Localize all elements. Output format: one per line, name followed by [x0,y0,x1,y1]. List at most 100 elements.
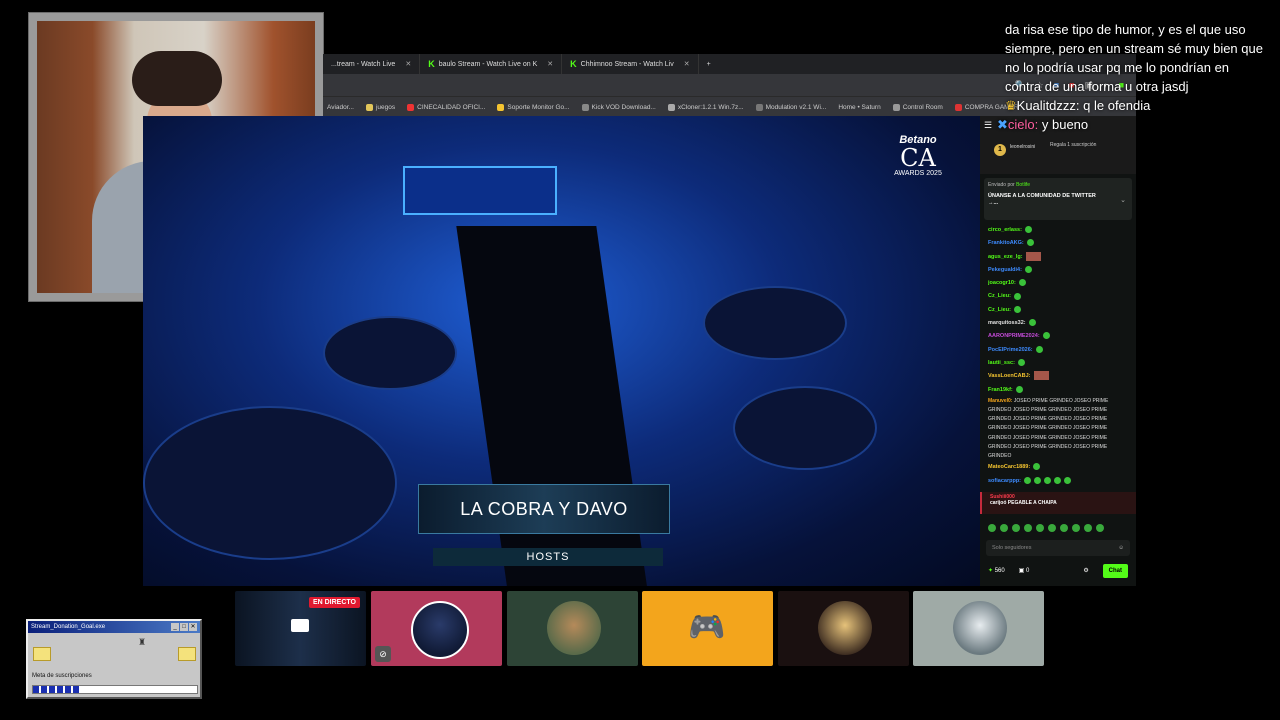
folder-icon [178,647,196,661]
overlay-chat: da risa ese tipo de humor, y es el que u… [997,20,1267,134]
emote-icon [1013,305,1021,313]
settings-gear-icon[interactable]: ⚙ [1083,567,1088,574]
chat-messages: circo_erlass: FrankitoAKG: agus_eze_lg: Pek… [980,224,1136,397]
pinned-author: Botlife [1016,182,1030,188]
betano-ca-awards-logo: Betano CA AWARDS 2025 [894,134,942,177]
chat-footer: ✦ 560 ▣ 0 ⚙ Chat [980,558,1136,584]
chat-message: PocElPrime2026: [988,344,1128,357]
emote-icon [1033,371,1049,381]
participant-card[interactable] [913,591,1044,666]
emote-icon[interactable] [988,523,996,532]
folder-icon [33,647,51,661]
chat-input[interactable]: Solo seguidores ☺ [986,539,1130,556]
video-player[interactable]: Betano CA AWARDS 2025 LA COBRA Y DAVO HO… [143,116,980,586]
bookmark-item[interactable]: Control Room [892,103,943,111]
live-stream-card[interactable]: EN DIRECTO [235,591,366,666]
site-icon [755,103,763,111]
tab-label: ...tream - Watch Live [331,60,396,68]
bookmark-item[interactable]: juegos [365,103,395,111]
streamer-hair [132,51,222,106]
close-icon[interactable]: ✕ [405,60,411,68]
tab-label: Chhimnoo Stream - Watch Liv [580,60,674,68]
chat-message: MateoCarc1889: [988,461,1128,474]
emote-icon [1044,476,1052,484]
avatar [953,601,1007,655]
emote-icon [1054,476,1062,484]
file-icon: ♜ [138,637,147,647]
emote-icon[interactable] [1048,523,1056,532]
chat-message: Fran19kf: [988,384,1128,397]
browser-tab-2[interactable]: K baulo Stream - Watch Live on K ✕ [420,54,563,74]
window-title: Stream_Donation_Goal.exe [31,624,106,630]
gift-sub-text: Regala 1 suscripción [1050,142,1097,148]
participant-card[interactable] [507,591,638,666]
avatar [547,601,601,655]
browser-tab-3[interactable]: K Chhimnoo Stream - Watch Liv ✕ [562,54,699,74]
emote-picker-icon[interactable]: ☺ [1118,545,1124,551]
browser-tab-1[interactable]: ...tream - Watch Live ✕ [323,54,421,74]
discord-icon: 🎮 [688,611,726,644]
gifter-name: leonelrosini [1010,144,1036,150]
discord-card[interactable]: 🎮 [642,591,773,666]
close-icon[interactable]: ✕ [189,623,197,631]
participant-card[interactable] [778,591,909,666]
venue-table [703,286,847,360]
emote-icon[interactable] [1000,523,1008,532]
chat-message: FrankitoAKG: [988,237,1128,250]
close-icon[interactable]: ✕ [547,60,553,68]
mic-muted-icon: ⊘ [375,646,391,662]
chat-message: joacogr10: [988,277,1128,290]
participant-card[interactable]: ⊘ [371,591,502,666]
bookmark-item[interactable]: Kick VOD Download... [581,103,656,111]
close-icon[interactable]: ✕ [684,60,690,68]
emote-icon[interactable] [1072,523,1080,532]
goal-progress-fill [33,686,79,693]
gift-counter[interactable]: ▣ 0 [1019,567,1030,574]
points-counter[interactable]: ✦ 560 [988,567,1005,574]
avatar [818,601,872,655]
bookmark-item[interactable]: Aviador... [327,104,354,111]
chat-message: AARONPRIME2024: [988,330,1128,343]
chat-message: sofiacarppp: [988,475,1128,488]
bookmark-item[interactable]: Home • Saturn [838,104,880,111]
window-titlebar: Stream_Donation_Goal.exe _ □ ✕ [28,621,200,633]
emote-icon[interactable] [1012,523,1020,532]
site-icon [954,103,962,111]
plus-icon: + [706,60,711,68]
bookmark-item[interactable]: CINECALIDAD OFICI... [407,103,485,111]
chat-message: Manuvel0: JOSEO PRIME GRINDEO JOSEO PRIM… [988,397,1109,460]
donation-goal-widget: Stream_Donation_Goal.exe _ □ ✕ ♜ Meta de… [26,619,202,699]
emote-icon [1024,476,1032,484]
emote-icon[interactable] [1024,523,1032,532]
bookmark-item[interactable]: xCloner:1.2.1 Win.7z... [667,103,744,111]
site-icon [497,103,505,111]
emote-icon [1028,319,1036,327]
bookmark-item[interactable]: Soporte Monitor Go... [497,103,570,111]
new-tab-button[interactable]: + [699,54,719,74]
emote-icon [1025,251,1041,261]
chat-message: Pekegualdi4: [988,264,1128,277]
chevron-down-icon[interactable]: ⌄ [1120,196,1126,204]
emote-icon[interactable] [1036,523,1044,532]
emote-icon [1034,476,1042,484]
maximize-icon[interactable]: □ [180,623,188,631]
site-icon [407,103,415,111]
chat-toggle-icon[interactable]: ☰ [984,120,992,131]
chat-message: marquitoss32: [988,317,1128,330]
emote-icon [1017,359,1025,367]
goal-progress-bar [32,685,198,694]
chat-send-button[interactable]: Chat [1102,563,1128,578]
chat-message: agus_eze_lg: [988,251,1128,264]
emote-icon[interactable] [1060,523,1068,532]
emote-icon[interactable] [1084,523,1092,532]
emote-icon [1035,345,1043,353]
chat-panel: ☰ 1 leonelrosini Regala 1 suscripción En… [980,116,1136,586]
minimize-icon[interactable]: _ [171,623,179,631]
kick-icon: K [428,59,435,69]
emote-icon[interactable] [1096,523,1104,532]
emote-bar[interactable] [980,518,1136,538]
pinned-message[interactable]: Enviado por Botlife ÚNANSE A LA COMUNIDA… [984,178,1132,220]
live-badge: EN DIRECTO [308,597,360,608]
lower-third-names: LA COBRA Y DAVO [418,484,670,534]
bookmark-item[interactable]: Modulation v2.1 Wi... [755,103,826,111]
